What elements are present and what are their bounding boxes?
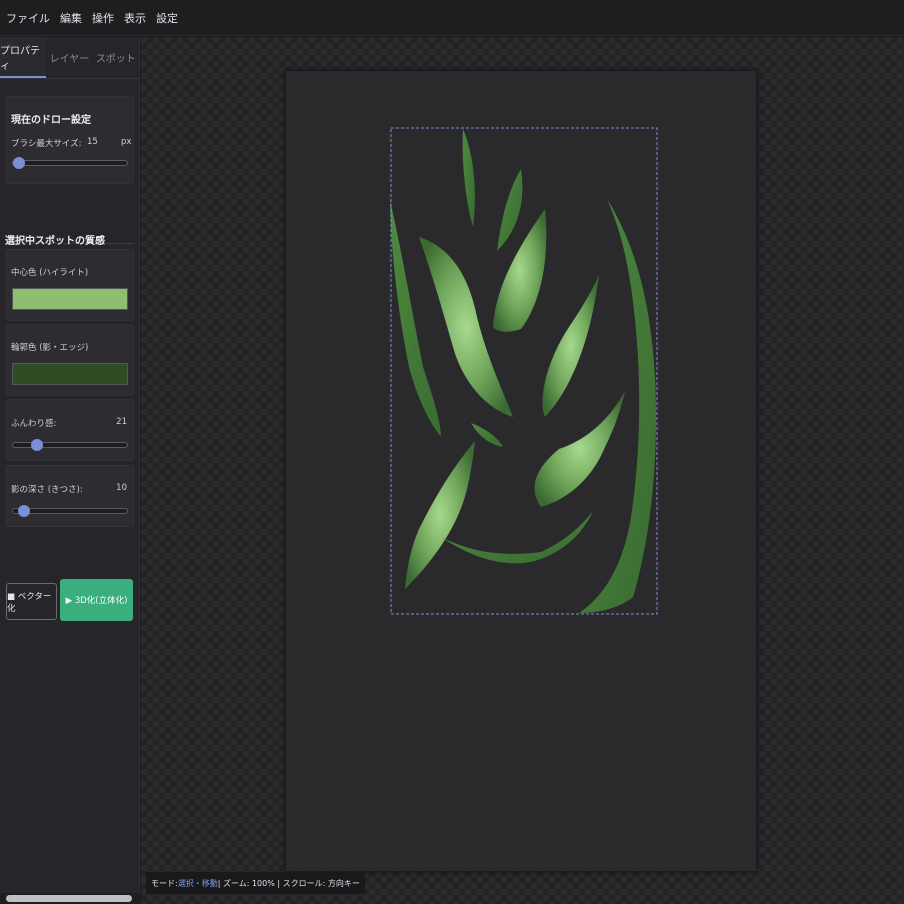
edge-color-label: 輪郭色 (影・エッジ) xyxy=(11,343,89,353)
leaf-stroke[interactable] xyxy=(462,129,475,227)
slider-thumb[interactable] xyxy=(12,157,25,169)
leaf-stroke[interactable] xyxy=(405,441,475,589)
leaf-stroke[interactable] xyxy=(542,275,599,417)
softness-slider[interactable] xyxy=(12,439,128,451)
brush-size-unit: px xyxy=(121,137,132,147)
slider-thumb[interactable] xyxy=(18,505,31,517)
sidebar-horizontal-scrollbar[interactable] xyxy=(0,893,140,904)
slider-thumb[interactable] xyxy=(30,439,43,451)
properties-sidebar: プロパティ レイヤー スポット 現在のドロー設定 ブラシ最大サイズ: 15 px… xyxy=(0,37,140,904)
shadow-depth-label: 影の深さ (きつさ): xyxy=(11,485,83,495)
menu-edit[interactable]: 編集 xyxy=(60,10,82,26)
brush-size-slider[interactable] xyxy=(12,157,128,169)
canvas-workspace[interactable] xyxy=(141,37,904,904)
leaf-stroke[interactable] xyxy=(471,423,503,447)
draw-settings-panel: 現在のドロー設定 ブラシ最大サイズ: 15 px xyxy=(6,96,134,184)
edge-color-swatch[interactable] xyxy=(12,363,128,385)
leaf-stroke[interactable] xyxy=(441,511,593,564)
menu-file[interactable]: ファイル xyxy=(6,10,50,26)
scrollbar-thumb[interactable] xyxy=(6,895,132,902)
artwork-layer[interactable] xyxy=(141,37,904,904)
softness-value: 21 xyxy=(116,417,127,427)
draw-settings-title: 現在のドロー設定 xyxy=(11,115,91,126)
center-color-label: 中心色 (ハイライト) xyxy=(11,268,89,278)
softness-panel: ふんわり感: 21 xyxy=(6,399,134,461)
status-mode-prefix: モード: xyxy=(151,878,178,888)
tab-spots[interactable]: スポット xyxy=(93,37,139,78)
status-mode-value: 選択・移動 xyxy=(177,878,218,888)
make-3d-button[interactable]: ▶ 3D化(立体化) xyxy=(60,579,133,621)
brush-size-label: ブラシ最大サイズ: xyxy=(11,139,82,149)
center-color-swatch[interactable] xyxy=(12,288,128,310)
center-color-panel: 中心色 (ハイライト) xyxy=(6,249,134,321)
menu-operation[interactable]: 操作 xyxy=(92,10,114,26)
shadow-depth-slider[interactable] xyxy=(12,505,128,517)
sidebar-tabs: プロパティ レイヤー スポット xyxy=(0,37,139,79)
softness-label: ふんわり感: xyxy=(11,419,57,429)
menu-view[interactable]: 表示 xyxy=(124,10,146,26)
menu-bar: ファイル 編集 操作 表示 設定 xyxy=(0,0,904,36)
tab-layers[interactable]: レイヤー xyxy=(46,37,92,78)
menu-settings[interactable]: 設定 xyxy=(156,10,178,26)
spot-texture-title: 選択中スポットの質感 xyxy=(5,236,105,247)
tab-properties[interactable]: プロパティ xyxy=(0,37,47,78)
brush-size-value: 15 xyxy=(87,137,98,147)
leaf-stroke[interactable] xyxy=(390,200,441,437)
depth-panel: 影の深さ (きつさ): 10 xyxy=(6,465,134,527)
edge-color-panel: 輪郭色 (影・エッジ) xyxy=(6,324,134,396)
leaf-stroke[interactable] xyxy=(497,169,523,251)
vectorize-button[interactable]: ■ ベクター化 xyxy=(6,583,57,620)
status-bar: モード: 選択・移動 | ズーム: 100% | スクロール: 方向キー xyxy=(146,872,365,894)
status-info: | ズーム: 100% | スクロール: 方向キー xyxy=(217,878,360,888)
shadow-depth-value: 10 xyxy=(116,483,127,493)
